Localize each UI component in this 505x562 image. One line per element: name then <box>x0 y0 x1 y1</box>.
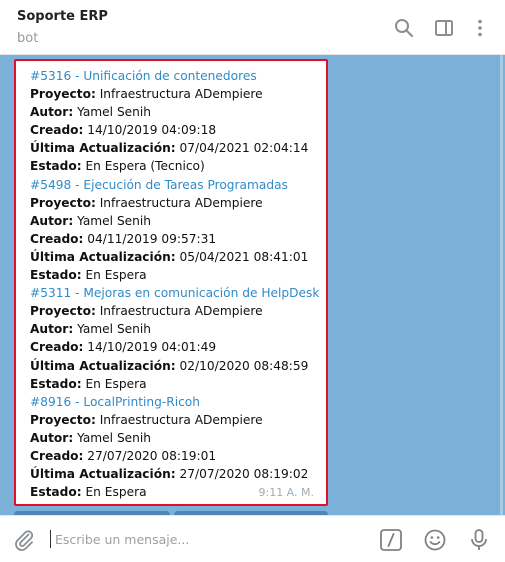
message-input[interactable]: Escribe un mensaje... <box>50 526 350 552</box>
field-label: Autor: <box>30 105 74 120</box>
chat-subtitle: bot <box>17 31 39 46</box>
field-label: Última Actualización: <box>30 141 176 156</box>
chat-header: Soporte ERP bot <box>0 0 505 55</box>
field-value: 05/04/2021 08:41:01 <box>179 249 309 264</box>
chat-area[interactable]: #5316 - Unificación de contenedores Proy… <box>0 55 505 515</box>
scrollbar[interactable] <box>500 55 503 515</box>
ticket-created: Creado: 27/07/2020 08:19:01 <box>30 447 326 465</box>
field-label: Última Actualización: <box>30 358 176 373</box>
field-value: 27/07/2020 08:19:02 <box>179 467 309 482</box>
field-label: Estado: <box>30 159 82 174</box>
field-label: Última Actualización: <box>30 467 176 482</box>
field-value: 04/11/2019 09:57:31 <box>87 231 217 246</box>
ticket-project: Proyecto: Infraestructura ADempiere <box>30 411 326 429</box>
field-value: Infraestructura ADempiere <box>99 412 263 427</box>
field-value: Yamel Senih <box>77 105 152 120</box>
field-label: Autor: <box>30 322 74 337</box>
field-label: Autor: <box>30 430 74 445</box>
field-label: Autor: <box>30 213 74 228</box>
ticket-author: Autor: Yamel Senih <box>30 320 326 338</box>
message-input-placeholder: Escribe un mensaje... <box>55 532 190 547</box>
ticket-updated: Última Actualización: 02/10/2020 08:48:5… <box>30 357 326 375</box>
ticket-link[interactable]: #5311 - Mejoras en comunicación de HelpD… <box>30 284 326 302</box>
ticket-project: Proyecto: Infraestructura ADempiere <box>30 194 326 212</box>
ticket-updated: Última Actualización: 07/04/2021 02:04:1… <box>30 139 326 157</box>
field-value: En Espera <box>85 376 147 391</box>
ticket-created: Creado: 14/10/2019 04:01:49 <box>30 338 326 356</box>
attach-icon[interactable] <box>12 528 36 552</box>
field-label: Creado: <box>30 340 84 355</box>
ticket-link[interactable]: #5316 - Unificación de contenedores <box>30 67 326 85</box>
field-value: Yamel Senih <box>77 430 152 445</box>
ticket-link[interactable]: #8916 - LocalPrinting-Ricoh <box>30 393 326 411</box>
ticket-author: Autor: Yamel Senih <box>30 429 326 447</box>
ticket-created: Creado: 14/10/2019 04:09:18 <box>30 121 326 139</box>
ticket-author: Autor: Yamel Senih <box>30 103 326 121</box>
field-value: Yamel Senih <box>77 322 152 337</box>
ticket-link[interactable]: #5498 - Ejecución de Tareas Programadas <box>30 176 326 194</box>
sidebar-toggle-icon[interactable] <box>433 17 455 39</box>
ticket-created: Creado: 04/11/2019 09:57:31 <box>30 230 326 248</box>
microphone-icon[interactable] <box>467 528 491 552</box>
message-bubble[interactable]: #5316 - Unificación de contenedores Proy… <box>14 59 328 506</box>
ticket-project: Proyecto: Infraestructura ADempiere <box>30 85 326 103</box>
field-label: Última Actualización: <box>30 249 176 264</box>
field-label: Proyecto: <box>30 304 96 319</box>
field-label: Proyecto: <box>30 195 96 210</box>
field-value: Infraestructura ADempiere <box>99 195 263 210</box>
field-value: En Espera <box>85 485 147 500</box>
ticket-status: Estado: En Espera <box>30 375 326 393</box>
field-value: Infraestructura ADempiere <box>99 87 263 102</box>
commands-icon[interactable] <box>379 528 403 552</box>
search-icon[interactable] <box>393 17 415 39</box>
field-value: En Espera (Tecnico) <box>85 159 205 174</box>
field-value: 27/07/2020 08:19:01 <box>87 448 217 463</box>
field-value: 07/04/2021 02:04:14 <box>179 141 309 156</box>
field-value: En Espera <box>85 268 147 283</box>
field-label: Estado: <box>30 485 82 500</box>
ticket-updated: Última Actualización: 05/04/2021 08:41:0… <box>30 248 326 266</box>
field-label: Proyecto: <box>30 412 96 427</box>
more-vertical-icon[interactable] <box>469 17 491 39</box>
ticket-project: Proyecto: Infraestructura ADempiere <box>30 302 326 320</box>
field-value: 02/10/2020 08:48:59 <box>179 358 309 373</box>
ticket-status: Estado: En Espera (Tecnico) <box>30 157 326 175</box>
field-value: Yamel Senih <box>77 213 152 228</box>
text-caret <box>50 530 51 548</box>
field-value: 14/10/2019 04:09:18 <box>87 123 217 138</box>
field-label: Creado: <box>30 123 84 138</box>
message-input-bar: Escribe un mensaje... <box>0 515 505 562</box>
field-value: Infraestructura ADempiere <box>99 304 263 319</box>
field-label: Creado: <box>30 231 84 246</box>
ticket-status: Estado: En Espera <box>30 266 326 284</box>
message-time: 9:11 A. M. <box>258 486 314 499</box>
field-label: Creado: <box>30 448 84 463</box>
ticket-author: Autor: Yamel Senih <box>30 212 326 230</box>
field-label: Estado: <box>30 376 82 391</box>
ticket-updated: Última Actualización: 27/07/2020 08:19:0… <box>30 465 326 483</box>
chat-title[interactable]: Soporte ERP <box>17 9 108 24</box>
field-value: 14/10/2019 04:01:49 <box>87 340 217 355</box>
field-label: Proyecto: <box>30 87 96 102</box>
emoji-icon[interactable] <box>423 528 447 552</box>
field-label: Estado: <box>30 268 82 283</box>
